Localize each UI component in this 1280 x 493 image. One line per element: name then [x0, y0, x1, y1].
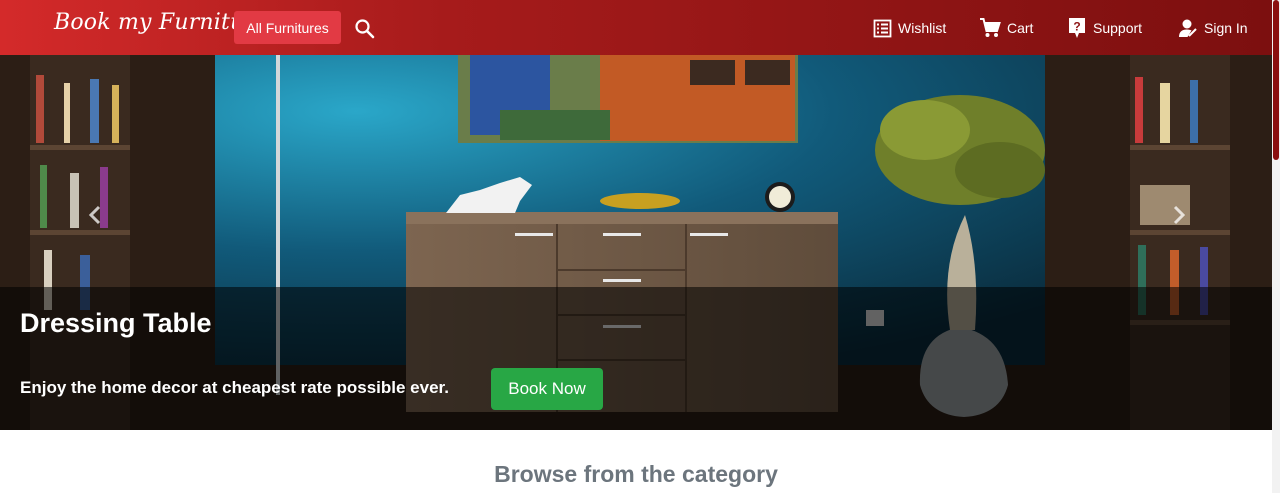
search-button[interactable]: [354, 18, 376, 40]
nav-cart[interactable]: Cart: [979, 17, 1033, 39]
browse-category-heading: Browse from the category: [494, 461, 778, 487]
all-furnitures-button[interactable]: All Furnitures: [234, 11, 341, 44]
carousel-next-button[interactable]: [1166, 203, 1190, 227]
nav-wishlist[interactable]: Wishlist: [873, 17, 946, 39]
chevron-right-icon: [1173, 205, 1186, 225]
nav-sign-in[interactable]: Sign In: [1178, 17, 1248, 39]
scrollbar-thumb[interactable]: [1273, 0, 1279, 160]
svg-text:?: ?: [1073, 20, 1080, 34]
search-icon: [355, 19, 375, 39]
slide-description: Enjoy the home decor at cheapest rate po…: [20, 378, 449, 397]
hero-carousel: Dressing Table Enjoy the home decor at c…: [0, 55, 1272, 430]
carousel-prev-button[interactable]: [84, 203, 108, 227]
wishlist-label: Wishlist: [898, 20, 947, 36]
nav-support[interactable]: ? Support: [1067, 17, 1142, 39]
chevron-left-icon: [88, 205, 101, 225]
help-icon: ?: [1069, 18, 1085, 38]
book-now-button[interactable]: Book Now: [491, 368, 603, 410]
user-icon: [1179, 19, 1197, 37]
cart-icon: [980, 18, 1001, 37]
sign-in-label: Sign In: [1204, 20, 1248, 36]
page-scrollbar[interactable]: [1272, 0, 1280, 493]
cart-label: Cart: [1007, 20, 1034, 36]
slide-title: Dressing Table: [20, 308, 212, 338]
page: Book my Furniture All Furnitures Wishlis…: [0, 0, 1280, 493]
support-label: Support: [1093, 20, 1143, 36]
list-icon: [873, 19, 892, 37]
navbar: Book my Furniture All Furnitures Wishlis…: [0, 0, 1272, 55]
